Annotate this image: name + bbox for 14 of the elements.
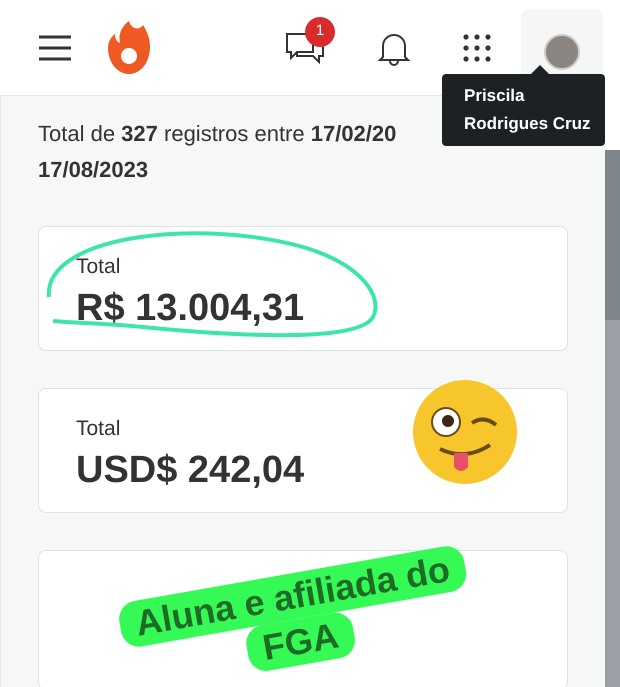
menu-icon[interactable] — [38, 34, 72, 60]
summary-text: 17/08/2023 — [38, 156, 148, 184]
scrollbar-thumb[interactable] — [605, 150, 620, 320]
user-name: Rodrigues Cruz — [464, 113, 591, 135]
user-name: Priscila — [464, 85, 524, 107]
card-label: Total — [76, 416, 120, 442]
card-value: USD$ 242,04 — [76, 448, 304, 492]
card-label: Total — [76, 254, 120, 280]
avatar — [544, 34, 580, 70]
summary-text: Total de 327 registros entre 17/02/20 — [38, 120, 396, 148]
card-value: R$ 13.004,31 — [76, 286, 304, 330]
apps-grid-icon[interactable] — [463, 34, 491, 62]
flame-logo-icon[interactable] — [108, 20, 150, 75]
notification-badge: 1 — [305, 16, 335, 46]
